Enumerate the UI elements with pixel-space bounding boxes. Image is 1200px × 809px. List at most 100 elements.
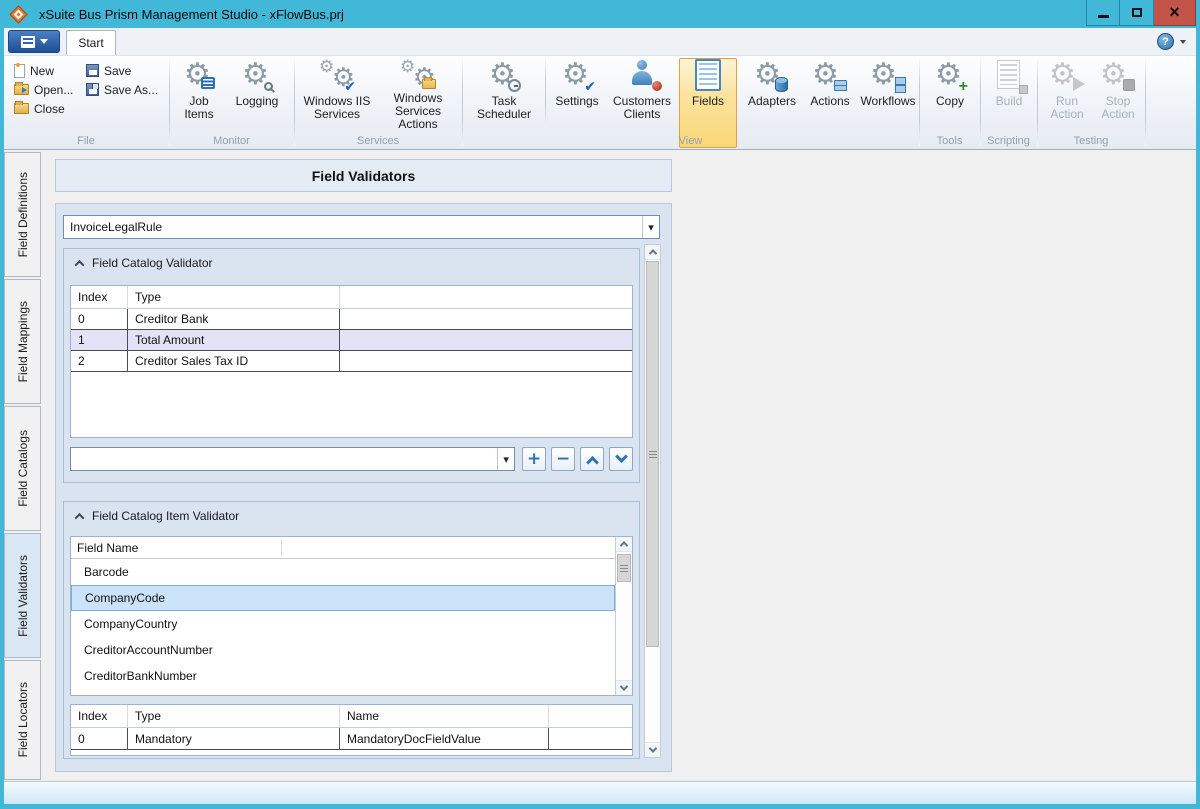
help-button[interactable] xyxy=(1157,33,1174,50)
list-item[interactable]: CreditorAccountNumber xyxy=(71,637,615,663)
move-down-button[interactable] xyxy=(609,447,633,471)
sidebar-item-field-validators[interactable]: Field Validators xyxy=(4,533,41,658)
ribbon: New Open... Close Save Save As... File ⚙… xyxy=(4,55,1196,150)
table-header-row: Index Type Name xyxy=(71,705,632,728)
scrollbar-thumb[interactable] xyxy=(646,261,659,647)
job-items-icon: ⚙ xyxy=(181,59,217,93)
scrollbar-thumb[interactable] xyxy=(617,554,631,582)
windows-iis-services-icon: ⚙⚙ xyxy=(319,59,355,93)
group-label-tools: Tools xyxy=(920,135,979,147)
close-folder-icon xyxy=(14,103,29,114)
build-icon xyxy=(991,59,1027,93)
stop-action-button[interactable]: ⚙ Stop Action xyxy=(1094,59,1142,131)
ribbon-group-view: ⚙ Task Scheduler ⚙ Settings Customers Cl… xyxy=(463,56,918,149)
windows-iis-services-button[interactable]: ⚙⚙ Windows IIS Services xyxy=(298,59,376,131)
logging-icon: ⚙ xyxy=(239,59,275,93)
ribbon-group-testing: ⚙ Run Action ⚙ Stop Action Testing xyxy=(1038,56,1144,149)
help-dropdown-icon[interactable] xyxy=(1180,40,1186,44)
customers-clients-button[interactable]: Customers Clients xyxy=(607,59,677,131)
close-file-button[interactable]: Close xyxy=(14,100,65,117)
open-button[interactable]: Open... xyxy=(14,81,73,98)
add-type-combobox[interactable] xyxy=(70,447,515,471)
task-scheduler-button[interactable]: ⚙ Task Scheduler xyxy=(466,59,542,131)
adapters-button[interactable]: ⚙ Adapters xyxy=(741,59,803,131)
combobox-dropdown-icon[interactable] xyxy=(642,216,659,238)
workflows-button[interactable]: ⚙ Workflows xyxy=(857,59,919,131)
combobox-dropdown-icon[interactable] xyxy=(497,448,514,470)
minimize-icon xyxy=(1098,15,1109,18)
maximize-button[interactable] xyxy=(1120,0,1154,26)
minimize-button[interactable] xyxy=(1086,0,1120,26)
field-list-scrollbar[interactable] xyxy=(615,537,632,695)
ribbon-group-tools: ⚙ Copy Tools xyxy=(920,56,979,149)
status-bar xyxy=(4,782,1196,804)
windows-services-actions-button[interactable]: ⚙⚙ Windows Services Actions xyxy=(377,59,459,131)
catalog-validator-table: Index Type 0 Creditor Bank 1 Total Amoun… xyxy=(70,285,633,438)
tab-start[interactable]: Start xyxy=(66,30,116,55)
item-rules-table: Index Type Name 0 Mandatory MandatoryDoc… xyxy=(70,704,633,756)
copy-button[interactable]: ⚙ Copy xyxy=(924,59,976,131)
workflows-icon: ⚙ xyxy=(870,59,906,93)
scrollbar-grip-icon xyxy=(620,565,628,572)
panel-scrollbar[interactable] xyxy=(644,244,661,758)
table-row[interactable]: 0 Mandatory MandatoryDocFieldValue xyxy=(71,728,632,750)
table-header-row: Index Type xyxy=(71,286,632,309)
field-catalog-validator-section: Field Catalog Validator Index Type 0 Cre… xyxy=(63,248,640,483)
list-item[interactable]: Barcode xyxy=(71,559,615,585)
run-action-button[interactable]: ⚙ Run Action xyxy=(1042,59,1092,131)
application-window: xSuite Bus Prism Management Studio - xFl… xyxy=(0,0,1200,809)
copy-icon: ⚙ xyxy=(932,59,968,93)
save-as-icon xyxy=(86,83,99,96)
move-up-button[interactable] xyxy=(580,447,604,471)
application-menu-icon xyxy=(21,36,35,48)
group-label-testing: Testing xyxy=(1038,135,1144,147)
new-document-icon xyxy=(14,64,25,78)
adapters-icon: ⚙ xyxy=(754,59,790,93)
table-row[interactable]: 0 Creditor Bank xyxy=(71,309,632,330)
collapse-icon xyxy=(75,259,85,269)
actions-icon: ⚙ xyxy=(812,59,848,93)
ribbon-inner-separator xyxy=(545,58,546,127)
scroll-down-button[interactable] xyxy=(645,742,660,757)
close-button[interactable] xyxy=(1154,0,1196,26)
validator-rule-combobox[interactable]: InvoiceLegalRule xyxy=(63,215,660,239)
group-label-monitor: Monitor xyxy=(170,135,293,147)
application-menu-button[interactable] xyxy=(8,30,60,53)
job-items-button[interactable]: ⚙ Job Items xyxy=(176,59,222,131)
close-icon xyxy=(1169,3,1180,23)
scroll-down-button[interactable] xyxy=(616,680,632,695)
scroll-up-button[interactable] xyxy=(645,245,660,260)
sidebar-item-field-locators[interactable]: Field Locators xyxy=(4,660,41,780)
plus-icon: + xyxy=(527,451,541,468)
window-border-left xyxy=(0,0,4,809)
stop-action-icon: ⚙ xyxy=(1100,59,1136,93)
field-catalog-item-validator-header[interactable]: Field Catalog Item Validator xyxy=(76,509,239,523)
settings-button[interactable]: ⚙ Settings xyxy=(549,59,605,131)
list-item-selected[interactable]: CompanyCode xyxy=(71,585,615,611)
sidebar-item-field-catalogs[interactable]: Field Catalogs xyxy=(4,406,41,531)
remove-button[interactable]: − xyxy=(551,447,575,471)
table-row-selected[interactable]: 1 Total Amount xyxy=(71,330,632,351)
save-button[interactable]: Save xyxy=(86,62,131,79)
chevron-up-icon xyxy=(648,249,656,257)
list-item[interactable]: CompanyCountry xyxy=(71,611,615,637)
sidebar-item-field-definitions[interactable]: Field Definitions xyxy=(4,152,41,277)
table-row[interactable]: 2 Creditor Sales Tax ID xyxy=(71,351,632,372)
field-catalog-validator-header[interactable]: Field Catalog Validator xyxy=(76,256,213,270)
logging-button[interactable]: ⚙ Logging xyxy=(228,59,286,131)
actions-button[interactable]: ⚙ Actions xyxy=(805,59,855,131)
new-button[interactable]: New xyxy=(14,62,54,79)
build-button[interactable]: Build xyxy=(985,59,1033,131)
window-border-bottom xyxy=(0,804,1200,809)
scroll-up-button[interactable] xyxy=(616,537,632,552)
list-item[interactable]: CreditorBankNumber xyxy=(71,663,615,689)
maximize-icon xyxy=(1132,8,1142,17)
minus-icon: − xyxy=(556,451,570,468)
column-header-type: Type xyxy=(128,286,340,308)
group-label-services: Services xyxy=(295,135,461,147)
add-button[interactable]: + xyxy=(522,447,546,471)
column-header-empty xyxy=(549,705,632,727)
save-as-button[interactable]: Save As... xyxy=(86,81,158,98)
ribbon-group-scripting: Build Scripting xyxy=(981,56,1036,149)
sidebar-item-field-mappings[interactable]: Field Mappings xyxy=(4,279,41,404)
